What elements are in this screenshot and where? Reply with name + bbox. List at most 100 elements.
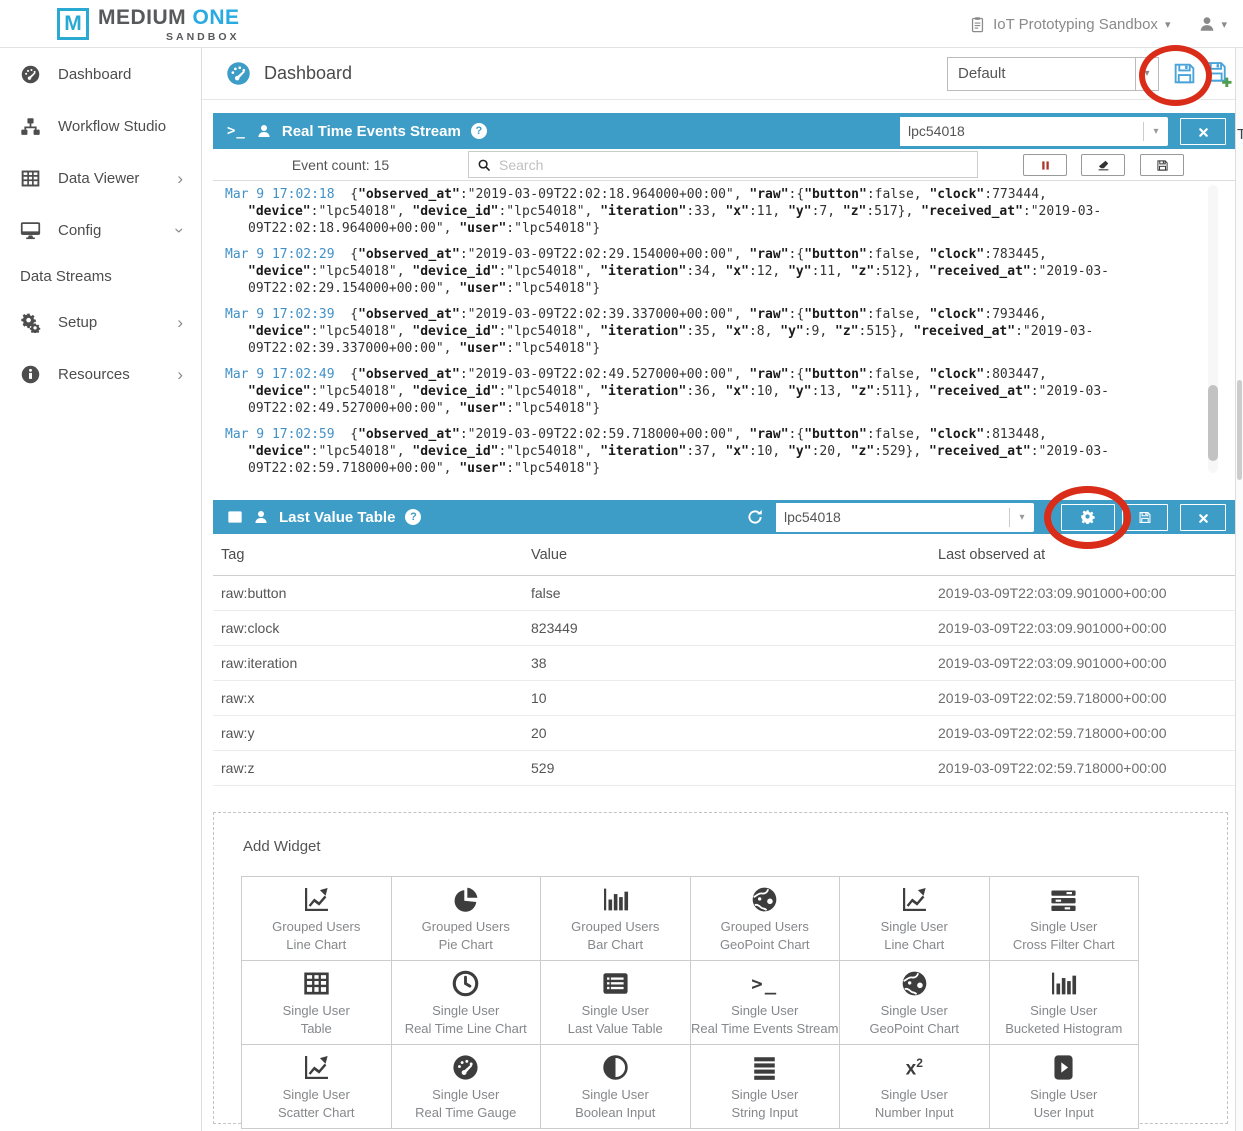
widget-grid-item[interactable]: Single UserString Input bbox=[691, 1045, 841, 1129]
workspace-selector[interactable]: IoT Prototyping Sandbox bbox=[993, 16, 1158, 33]
widget-item-name: String Input bbox=[732, 1104, 799, 1122]
log-scrollbar[interactable] bbox=[1208, 185, 1218, 473]
table-icon bbox=[20, 168, 41, 189]
widget-grid-item[interactable]: Grouped UsersBar Chart bbox=[541, 877, 691, 961]
table-close-button[interactable] bbox=[1180, 504, 1226, 531]
widget-grid-item[interactable]: Grouped UsersGeoPoint Chart bbox=[691, 877, 841, 961]
save-dashboard-button[interactable] bbox=[1172, 61, 1197, 86]
widget-grid-item[interactable]: Single UserTable bbox=[242, 961, 392, 1045]
widget-grid: Grouped UsersLine ChartGrouped UsersPie … bbox=[241, 876, 1139, 1129]
refresh-icon[interactable] bbox=[746, 508, 764, 526]
table-save-button[interactable] bbox=[1122, 504, 1168, 531]
widget-grid-item[interactable]: Single UserReal Time Gauge bbox=[392, 1045, 542, 1129]
widget-item-name: Pie Chart bbox=[439, 936, 493, 954]
stream-device-input[interactable] bbox=[900, 117, 1143, 146]
event-log-entry: Mar 9 17:02:59 {"observed_at":"2019-03-0… bbox=[225, 426, 1205, 477]
widget-item-name: Line Chart bbox=[286, 936, 346, 954]
widget-grid-item[interactable]: Single UserLast Value Table bbox=[541, 961, 691, 1045]
table-row: raw:iteration382019-03-09T22:03:09.90100… bbox=[213, 646, 1235, 681]
widget-item-group: Single User bbox=[432, 1002, 499, 1020]
sidebar-item-workflow-studio[interactable]: Workflow Studio bbox=[0, 100, 201, 152]
widget-item-name: Last Value Table bbox=[568, 1020, 663, 1038]
sidebar-item-data-streams[interactable]: Data Streams bbox=[0, 256, 201, 296]
sidebar-item-dashboard[interactable]: Dashboard bbox=[0, 48, 201, 100]
table-row: raw:y202019-03-09T22:02:59.718000+00:00 bbox=[213, 716, 1235, 751]
column-header-value: Value bbox=[531, 547, 938, 563]
terminal-icon: >_ bbox=[227, 123, 246, 139]
close-icon bbox=[1197, 125, 1210, 138]
sidebar-item-data-viewer[interactable]: Data Viewer › bbox=[0, 152, 201, 204]
user-icon bbox=[1198, 15, 1216, 33]
add-widget-panel: Add Widget Grouped UsersLine ChartGroupe… bbox=[213, 812, 1228, 1124]
table-header-row: Tag Value Last observed at bbox=[213, 534, 1235, 576]
widget-grid-item[interactable]: Single UserBoolean Input bbox=[541, 1045, 691, 1129]
save-stream-button[interactable] bbox=[1140, 154, 1184, 176]
widget-grid-item[interactable]: Single UserBucketed Histogram bbox=[990, 961, 1140, 1045]
table-device-input[interactable] bbox=[776, 503, 1009, 532]
caret-down-icon[interactable]: ▾ bbox=[1143, 122, 1168, 141]
medium-one-logo[interactable]: M MEDIUM ONE SANDBOX bbox=[57, 6, 240, 43]
widget-item-group: Single User bbox=[881, 918, 948, 936]
stream-search-box bbox=[468, 151, 978, 178]
page-scrollbar-thumb[interactable] bbox=[1237, 380, 1242, 480]
info-icon bbox=[20, 364, 41, 385]
widget-grid-item[interactable]: Single UserLine Chart bbox=[840, 877, 990, 961]
chevron-right-icon: › bbox=[177, 314, 183, 331]
widget-grid-item[interactable]: x2Single UserNumber Input bbox=[840, 1045, 990, 1129]
sidebar-item-resources[interactable]: Resources › bbox=[0, 348, 201, 400]
event-log-entry: Mar 9 17:02:18 {"observed_at":"2019-03-0… bbox=[225, 186, 1205, 237]
table-row: raw:z5292019-03-09T22:02:59.718000+00:00 bbox=[213, 751, 1235, 786]
widget-grid-item[interactable]: Single UserGeoPoint Chart bbox=[840, 961, 990, 1045]
last-value-table-widget: Last Value Table ? ▾ Tag Value Last obse… bbox=[213, 500, 1235, 786]
pie-chart-icon bbox=[451, 884, 480, 916]
pause-stream-button[interactable] bbox=[1023, 154, 1067, 176]
user-menu[interactable]: ▾ bbox=[1198, 15, 1227, 33]
sidebar-item-label: Config bbox=[58, 222, 101, 239]
cell-value: 20 bbox=[531, 725, 938, 741]
stream-close-button[interactable] bbox=[1180, 118, 1226, 145]
widget-grid-item[interactable]: Single UserScatter Chart bbox=[242, 1045, 392, 1129]
sitemap-icon bbox=[20, 116, 41, 137]
widget-grid-item[interactable]: Grouped UsersLine Chart bbox=[242, 877, 392, 961]
widget-item-group: Single User bbox=[582, 1002, 649, 1020]
widget-grid-item[interactable]: Grouped UsersPie Chart bbox=[392, 877, 542, 961]
clear-stream-button[interactable] bbox=[1081, 154, 1125, 176]
terminal-icon: >_ bbox=[751, 968, 778, 1000]
cell-value: 529 bbox=[531, 760, 938, 776]
widget-grid-item[interactable]: >_Single UserReal Time Events Stream bbox=[691, 961, 841, 1045]
cell-last-observed: 2019-03-09T22:03:09.901000+00:00 bbox=[938, 655, 1235, 671]
stream-widget-title: Real Time Events Stream bbox=[282, 123, 461, 140]
sidebar-item-label: Data Viewer bbox=[58, 170, 139, 187]
dashboard-select-caret-button[interactable]: ▾ bbox=[1135, 57, 1159, 91]
gears-icon bbox=[20, 312, 41, 333]
widget-item-name: Real Time Events Stream bbox=[691, 1020, 838, 1038]
chevron-right-icon: › bbox=[177, 170, 183, 187]
workspace-caret-icon[interactable]: ▾ bbox=[1165, 18, 1171, 31]
log-scrollbar-thumb[interactable] bbox=[1208, 385, 1218, 461]
cell-tag: raw:iteration bbox=[221, 655, 531, 671]
caret-down-icon[interactable]: ▾ bbox=[1009, 508, 1034, 527]
sidebar-item-config[interactable]: Config › bbox=[0, 204, 201, 256]
help-icon[interactable]: ? bbox=[405, 509, 421, 525]
cell-last-observed: 2019-03-09T22:02:59.718000+00:00 bbox=[938, 725, 1235, 741]
cell-value: 10 bbox=[531, 690, 938, 706]
table-settings-button[interactable] bbox=[1061, 504, 1115, 531]
sidebar: Dashboard Workflow Studio Data Viewer › … bbox=[0, 48, 202, 1131]
widget-grid-item[interactable]: Single UserUser Input bbox=[990, 1045, 1140, 1129]
help-icon[interactable]: ? bbox=[471, 123, 487, 139]
event-log[interactable]: Mar 9 17:02:18 {"observed_at":"2019-03-0… bbox=[213, 181, 1235, 480]
cell-value: 38 bbox=[531, 655, 938, 671]
search-input[interactable] bbox=[499, 157, 969, 173]
widget-grid-item[interactable]: Single UserReal Time Line Chart bbox=[392, 961, 542, 1045]
widget-grid-item[interactable]: Single UserCross Filter Chart bbox=[990, 877, 1140, 961]
list-icon bbox=[227, 509, 243, 525]
close-icon bbox=[1197, 511, 1210, 524]
user-input-icon bbox=[1049, 1052, 1078, 1084]
cell-tag: raw:clock bbox=[221, 620, 531, 636]
sidebar-item-setup[interactable]: Setup › bbox=[0, 296, 201, 348]
widget-item-group: Single User bbox=[1030, 1002, 1097, 1020]
topbar-right: IoT Prototyping Sandbox ▾ ▾ bbox=[969, 0, 1227, 48]
dashboard-select-input[interactable] bbox=[947, 57, 1135, 91]
globe-icon bbox=[750, 884, 779, 916]
save-dashboard-as-new-button[interactable] bbox=[1204, 60, 1232, 88]
